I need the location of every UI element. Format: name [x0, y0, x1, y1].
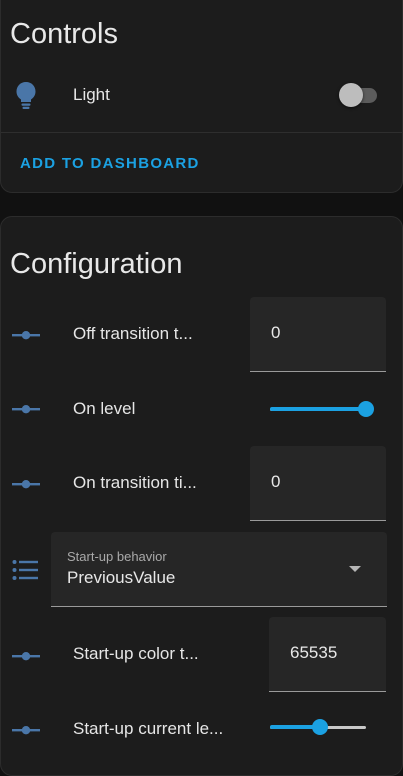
light-label: Light — [73, 85, 110, 104]
on-transition-value: 0 — [271, 472, 281, 491]
on-transition-input[interactable]: 0 — [250, 446, 386, 521]
slider-setting-icon — [12, 401, 40, 422]
configuration-title: Configuration — [10, 248, 183, 280]
on-level-thumb[interactable] — [358, 401, 374, 417]
startup-current-level-label: Start-up current le... — [73, 719, 224, 738]
off-transition-input[interactable]: 0 — [250, 297, 386, 372]
on-level-fill — [270, 407, 366, 411]
lightbulb-icon — [15, 81, 37, 116]
number-setting-icon — [12, 327, 40, 348]
on-transition-label: On transition ti... — [73, 473, 197, 492]
on-level-label: On level — [73, 399, 136, 418]
startup-behavior-label: Start-up behavior — [67, 549, 167, 564]
startup-color-value: 65535 — [290, 643, 338, 662]
off-transition-label: Off transition t... — [73, 324, 193, 343]
startup-current-level-thumb[interactable] — [311, 719, 328, 735]
list-icon — [12, 559, 39, 586]
light-toggle-knob[interactable] — [339, 83, 363, 107]
on-level-slider[interactable] — [270, 399, 374, 419]
startup-behavior-select[interactable]: Start-up behavior PreviousValue — [51, 532, 387, 607]
configuration-card: Configuration Off transition t... 0 On l… — [0, 216, 403, 776]
light-toggle[interactable] — [339, 83, 377, 107]
startup-current-level-slider[interactable] — [270, 717, 366, 737]
off-transition-value: 0 — [271, 323, 281, 342]
controls-card: Controls Light ADD TO DASHBOARD — [0, 0, 403, 193]
add-to-dashboard-button[interactable]: ADD TO DASHBOARD — [20, 155, 200, 172]
startup-behavior-value: PreviousValue — [67, 568, 176, 587]
startup-color-input[interactable]: 65535 — [269, 617, 386, 692]
slider-setting-icon — [12, 722, 40, 743]
number-setting-icon — [12, 476, 40, 497]
chevron-down-icon[interactable] — [349, 566, 361, 572]
controls-title: Controls — [10, 18, 118, 50]
startup-color-label: Start-up color t... — [73, 644, 199, 663]
number-setting-icon — [12, 648, 40, 669]
controls-divider — [1, 132, 402, 133]
